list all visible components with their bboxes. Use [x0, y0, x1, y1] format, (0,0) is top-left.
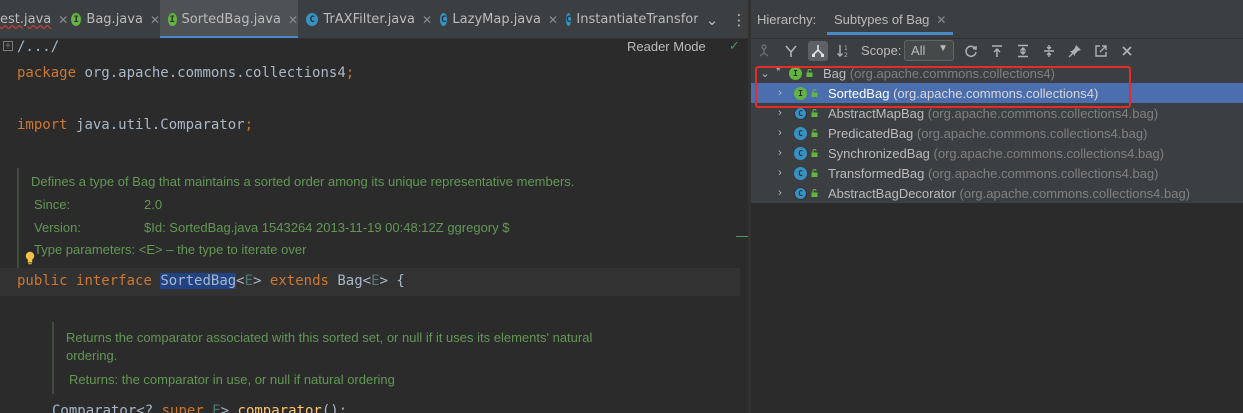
tab-test-java[interactable]: est.java ✕: [0, 0, 68, 38]
sort-alphabetically-icon[interactable]: 12: [834, 41, 854, 61]
hierarchy-empty-area: [751, 203, 1243, 413]
class-icon: C: [794, 146, 807, 160]
svg-text:2: 2: [844, 52, 848, 58]
tab-list-chevron-down-icon[interactable]: ⌄: [700, 0, 724, 38]
scrollbar-change-marker: [736, 236, 748, 237]
interface-declaration-line: public interface SortedBag<E> extends Ba…: [17, 273, 405, 289]
hierarchy-header: Hierarchy: Subtypes of Bag ✕: [751, 0, 1243, 39]
public-access-icon: [811, 189, 818, 197]
interface-icon: I: [71, 13, 82, 26]
tab-instantiatetransformer-java[interactable]: C InstantiateTransfor: [558, 0, 698, 38]
method-comparator-line: Comparator<? super E> comparator();: [52, 403, 348, 413]
tab-label: est.java: [0, 12, 52, 27]
close-icon[interactable]: [1117, 41, 1137, 61]
rendered-javadoc-comparator: Returns the comparator associated with t…: [52, 322, 742, 394]
tree-item-predicatedbag[interactable]: › C PredicatedBag (org.apache.commons.co…: [751, 123, 1243, 143]
type-hierarchy-icon[interactable]: [781, 41, 801, 61]
tab-label: InstantiateTransfor: [576, 12, 698, 27]
supertypes-hierarchy-icon[interactable]: [754, 41, 774, 61]
subtypes-hierarchy-icon[interactable]: [808, 41, 828, 61]
annotation-highlight-box: [755, 66, 1131, 108]
tree-item-abstractbagdecorator[interactable]: › C AbstractBagDecorator (org.apache.com…: [751, 183, 1243, 203]
tree-item-transformedbag[interactable]: › C TransformedBag (org.apache.commons.c…: [751, 163, 1243, 183]
tab-subtypes-of-bag[interactable]: Subtypes of Bag ✕: [827, 0, 954, 39]
close-icon[interactable]: ✕: [288, 13, 298, 27]
editor-pane: est.java ✕ I Bag.java ✕ I SortedBag.java…: [0, 0, 748, 413]
chevron-right-icon[interactable]: ›: [774, 147, 786, 159]
hierarchy-toolbar: 12 Scope: All ▼: [751, 39, 1243, 63]
tab-label: Bag.java: [86, 12, 143, 27]
public-access-icon: [811, 109, 818, 117]
class-icon: C: [794, 166, 807, 180]
close-icon[interactable]: ✕: [422, 13, 432, 27]
tab-label: Subtypes of Bag: [834, 12, 930, 27]
doc-since: Since: 2.0: [34, 197, 163, 212]
more-vertical-icon[interactable]: ⋮: [730, 0, 748, 38]
folded-path: /.../: [17, 39, 60, 55]
doc-type-params: Type parameters: <E> – the type to itera…: [34, 242, 307, 257]
fold-toggle-icon[interactable]: +: [3, 41, 13, 51]
expand-all-icon[interactable]: [1013, 41, 1033, 61]
tree-item-synchronizedbag[interactable]: › C SynchronizedBag (org.apache.commons.…: [751, 143, 1243, 163]
svg-text:1: 1: [844, 45, 848, 52]
close-icon[interactable]: ✕: [936, 13, 946, 27]
close-icon[interactable]: ✕: [548, 13, 558, 27]
class-icon: C: [794, 126, 807, 140]
export-to-text-icon[interactable]: [987, 41, 1007, 61]
scope-select[interactable]: All ▼: [904, 40, 954, 61]
tree-item-label: SynchronizedBag (org.apache.commons.coll…: [828, 145, 1165, 161]
tab-label: LazyMap.java: [452, 12, 541, 27]
tab-label: SortedBag.java: [181, 12, 281, 27]
close-icon[interactable]: ✕: [150, 13, 160, 27]
doc-description: Returns the comparator associated with t…: [66, 330, 593, 345]
editor-tab-bar: est.java ✕ I Bag.java ✕ I SortedBag.java…: [0, 0, 748, 39]
class-icon: C: [440, 13, 448, 26]
scope-value: All: [911, 43, 926, 58]
collapse-all-icon[interactable]: [1039, 41, 1059, 61]
code-area[interactable]: + /.../ Reader Mode ✓ package org.apache…: [0, 39, 740, 413]
abstract-class-icon: C: [794, 186, 807, 200]
chevron-right-icon[interactable]: ›: [774, 127, 786, 139]
tab-label: TrAXFilter.java: [323, 12, 415, 27]
public-access-icon: [811, 149, 818, 157]
import-line: import java.util.Comparator;: [17, 117, 254, 133]
class-icon: C: [566, 13, 572, 26]
class-icon: C: [306, 13, 319, 26]
hierarchy-tool-window: Hierarchy: Subtypes of Bag ✕ 12 Scope: A…: [751, 0, 1243, 413]
interface-icon: I: [168, 13, 177, 26]
tree-item-label: PredicatedBag (org.apache.commons.collec…: [828, 125, 1148, 141]
inspection-ok-check-icon[interactable]: ✓: [729, 39, 740, 54]
tab-sortedbag-java[interactable]: I SortedBag.java ✕: [160, 0, 298, 38]
tree-item-label: AbstractBagDecorator (org.apache.commons…: [828, 185, 1191, 201]
tab-bag-java[interactable]: I Bag.java ✕: [64, 0, 160, 38]
doc-description-cont: ordering.: [66, 348, 118, 363]
refresh-icon[interactable]: [961, 41, 981, 61]
chevron-right-icon[interactable]: ›: [774, 187, 786, 199]
pin-tab-icon[interactable]: [1065, 41, 1085, 61]
package-line: package org.apache.commons.collections4;: [17, 65, 355, 81]
doc-description: Defines a type of Bag that maintains a s…: [31, 174, 575, 189]
chevron-down-icon: ▼: [938, 43, 948, 54]
symbol-highlight: SortedBag: [160, 273, 237, 289]
reader-mode-button[interactable]: Reader Mode: [627, 39, 706, 54]
scope-label: Scope:: [861, 43, 902, 58]
abstract-class-icon: C: [794, 106, 807, 120]
editor-vertical-scrollbar[interactable]: [740, 39, 748, 413]
public-access-icon: [811, 129, 818, 137]
public-access-icon: [811, 169, 818, 177]
lightbulb-icon[interactable]: [24, 251, 36, 265]
open-in-new-window-icon[interactable]: [1091, 41, 1111, 61]
doc-version: Version: $Id: SortedBag.java 1543264 2013…: [34, 220, 510, 235]
chevron-right-icon[interactable]: ›: [774, 107, 786, 119]
chevron-right-icon[interactable]: ›: [774, 167, 786, 179]
tab-lazymap-java[interactable]: C LazyMap.java ✕: [432, 0, 558, 38]
tab-traxfilter-java[interactable]: C TrAXFilter.java ✕: [298, 0, 432, 38]
rendered-javadoc-interface: Defines a type of Bag that maintains a s…: [17, 168, 737, 268]
hierarchy-title: Hierarchy:: [757, 12, 817, 27]
doc-returns: Returns: the comparator in use, or null …: [69, 372, 395, 387]
tree-item-label: TransformedBag (org.apache.commons.colle…: [828, 165, 1159, 181]
